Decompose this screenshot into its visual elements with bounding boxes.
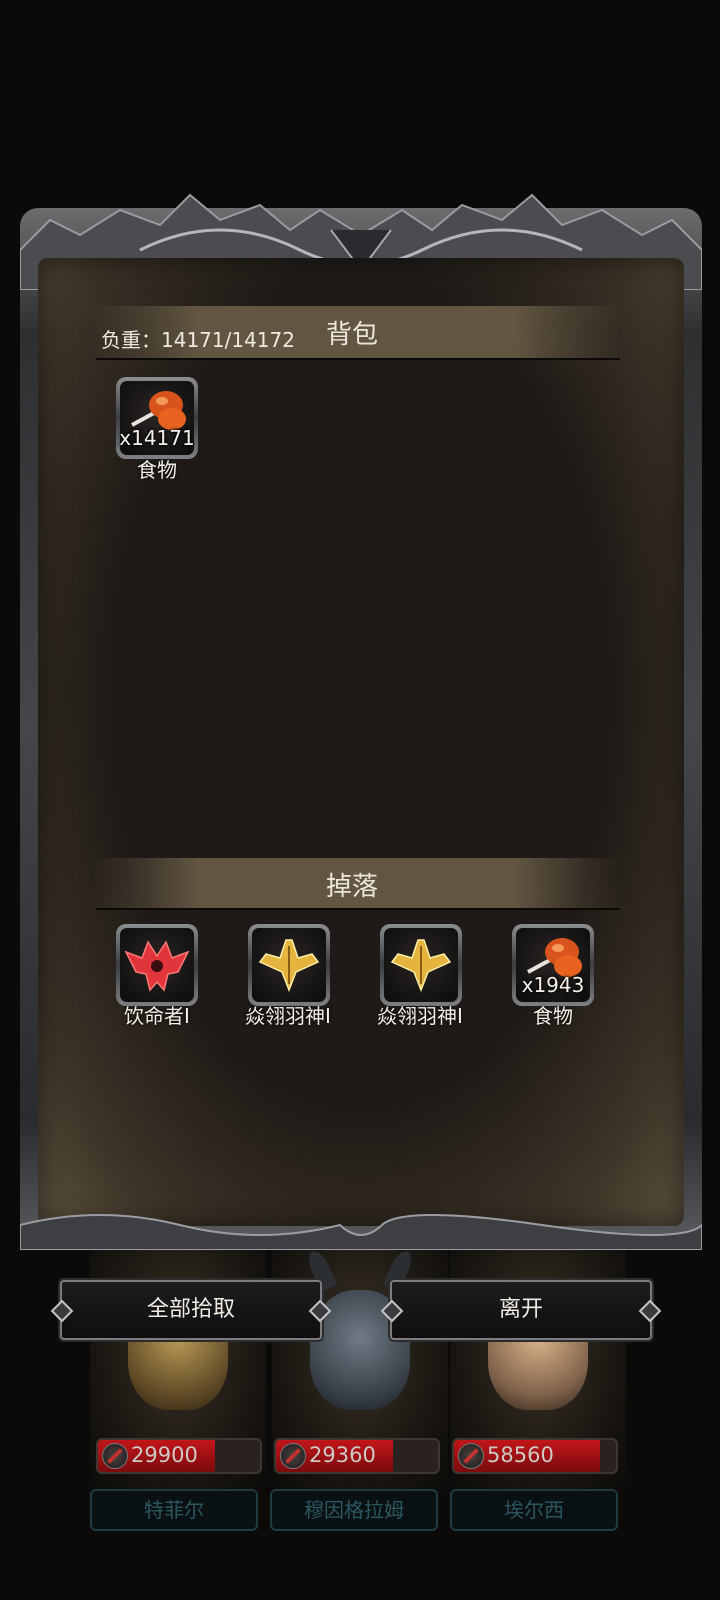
drop-item-qty-4: x1943 [521,973,585,997]
hero-hp-bar-1: 29900 [96,1438,262,1474]
bag-item-name-1: 食物 [137,458,177,482]
sword-icon [280,1443,306,1469]
ornate-frame-bottom [20,1214,702,1250]
golden-wings-crest-icon [258,939,320,993]
hero-hp-bar-3: 58560 [452,1438,618,1474]
golden-wings-crest-icon [390,939,452,993]
drop-title: 掉落 [326,872,379,902]
drop-item-name-2: 焱翎羽神Ⅰ [245,1004,331,1028]
hero-hp-bar-2: 29360 [274,1438,440,1474]
drop-item-slot-4[interactable]: x1943 [512,924,594,1006]
bag-header-divider [96,358,620,360]
sword-icon [102,1443,128,1469]
pick-all-button[interactable]: 全部拾取 [50,1280,332,1340]
drop-item-name-3: 焱翎羽神Ⅰ [377,1004,463,1028]
drop-item-name-1: 饮命者Ⅰ [124,1004,190,1028]
pick-all-label: 全部拾取 [146,1297,235,1322]
hero-name-2[interactable]: 穆因格拉姆 [270,1489,438,1531]
bag-item-slot-1[interactable]: x14171 [116,377,198,459]
leave-button[interactable]: 离开 [380,1280,662,1340]
bag-item-qty-1: x14171 [119,426,195,450]
red-demon-crest-icon [124,940,190,992]
leave-label: 离开 [498,1297,543,1322]
sword-icon [458,1443,484,1469]
drop-item-slot-1[interactable] [116,924,198,1006]
hero-hp-value-3: 58560 [487,1443,554,1467]
drop-item-slot-2[interactable] [248,924,330,1006]
hero-name-3[interactable]: 埃尔西 [450,1489,618,1531]
drop-item-name-4: 食物 [533,1004,573,1028]
carry-weight-label: 负重：14171/14172 [101,328,295,352]
hero-name-1[interactable]: 特菲尔 [90,1489,258,1531]
hero-hp-value-1: 29900 [131,1443,198,1467]
drop-header-divider [96,908,620,910]
drop-item-slot-3[interactable] [380,924,462,1006]
hero-hp-value-2: 29360 [309,1443,376,1467]
bag-title: 背包 [326,320,379,350]
